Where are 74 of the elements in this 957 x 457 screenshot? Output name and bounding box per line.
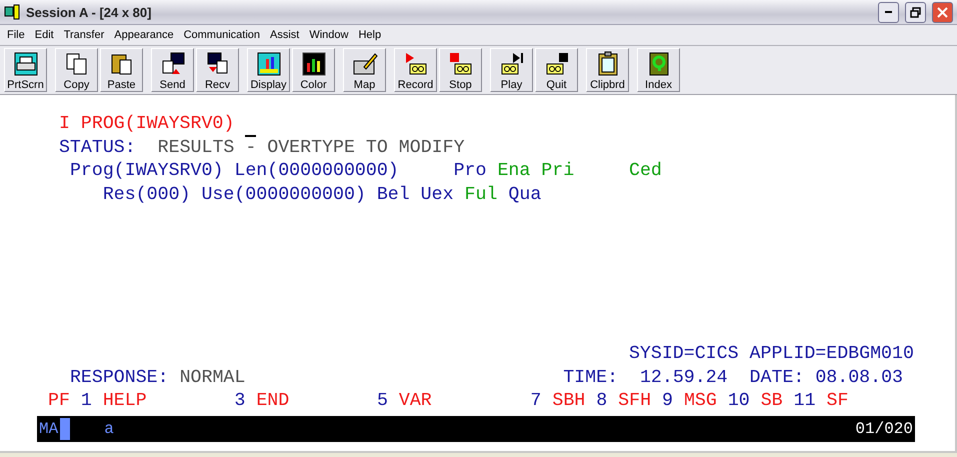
terminal-text: NORMAL bbox=[180, 368, 246, 388]
color-bars-icon bbox=[300, 51, 326, 77]
keyboard-pencil-icon bbox=[352, 51, 378, 77]
mode-indicator: MA bbox=[38, 420, 58, 438]
terminal-text: PF bbox=[48, 391, 70, 412]
close-icon bbox=[937, 6, 948, 18]
quit-icon bbox=[544, 51, 570, 77]
copy-icon bbox=[64, 51, 90, 77]
terminal-text: SYSID=CICS APPLID=EDBGM010 bbox=[628, 344, 914, 364]
toolbar-button[interactable]: Copy bbox=[55, 48, 98, 92]
menu-item[interactable]: Assist bbox=[265, 29, 304, 41]
terminal-text: Prog(IWAYSRV0) Len(0000000000) Pro bbox=[70, 161, 486, 182]
cursor-block bbox=[60, 418, 70, 440]
terminal-text: TIME: 12.59.24 DATE: 08.08.03 bbox=[563, 368, 904, 388]
terminal-text: STATUS: bbox=[58, 138, 136, 158]
toolbar-button[interactable]: Play bbox=[490, 48, 533, 92]
printer-icon bbox=[12, 51, 38, 77]
terminal-text: Res(000) Use(0000000000) Bel Uex bbox=[102, 185, 454, 206]
toolbar-button[interactable]: Display bbox=[247, 48, 290, 92]
restore-icon bbox=[910, 6, 921, 18]
terminal-text: Ena Pri bbox=[497, 161, 574, 182]
toolbar-button[interactable]: Map bbox=[343, 48, 386, 92]
terminal-text: END bbox=[256, 391, 290, 412]
toolbar-button[interactable]: Stop bbox=[439, 48, 482, 92]
terminal-text: RESPONSE: bbox=[70, 368, 169, 388]
toolbar-button[interactable]: Index bbox=[637, 48, 680, 92]
restore-button[interactable] bbox=[905, 2, 926, 22]
terminal-text: RESULTS - OVERTYPE TO MODIFY bbox=[158, 138, 465, 158]
terminal-text: MSG bbox=[684, 391, 717, 412]
terminal-text: SF bbox=[826, 391, 848, 412]
terminal-text: 7 bbox=[530, 391, 542, 412]
terminal-text: 11 bbox=[794, 391, 816, 412]
terminal-text: VAR bbox=[398, 391, 432, 412]
terminal-text: 8 bbox=[596, 391, 608, 412]
menu-item[interactable]: Transfer bbox=[58, 29, 110, 41]
terminal-text: I PROG(IWAYSRV0) bbox=[58, 114, 234, 134]
toolbar-button[interactable]: Clipbrd bbox=[586, 48, 629, 92]
toolbar-button[interactable]: PrtScrn bbox=[4, 48, 47, 92]
toolbar-button[interactable]: Recv bbox=[196, 48, 239, 92]
terminal-text: 5 bbox=[376, 391, 388, 412]
app-icon bbox=[4, 4, 20, 20]
terminal-text: 3 bbox=[234, 391, 246, 412]
minimize-button[interactable] bbox=[878, 2, 899, 22]
menu-item[interactable]: Appearance bbox=[109, 29, 179, 41]
display-icon bbox=[256, 51, 282, 77]
menu-item[interactable]: File bbox=[2, 29, 30, 41]
menu-item[interactable]: Communication bbox=[178, 29, 265, 41]
terminal-text: SB bbox=[760, 391, 783, 412]
toolbar-button[interactable]: Quit bbox=[535, 48, 578, 92]
text-cursor bbox=[245, 134, 256, 137]
terminal-text: Ful bbox=[464, 185, 498, 206]
terminal-text: Qua bbox=[508, 185, 542, 206]
cursor-position: 01/020 bbox=[855, 420, 914, 438]
menu-item[interactable]: Window bbox=[304, 29, 354, 41]
terminal-text: 10 bbox=[728, 391, 750, 412]
toolbar-button[interactable]: Send bbox=[151, 48, 194, 92]
toolbar-button[interactable]: Paste bbox=[100, 48, 143, 92]
menu-item[interactable]: Help bbox=[353, 29, 386, 41]
close-button[interactable] bbox=[932, 2, 953, 22]
minimize-icon bbox=[885, 11, 892, 13]
terminal-text: HELP bbox=[102, 391, 147, 412]
input-indicator: a bbox=[104, 420, 115, 438]
terminal-text: SFH bbox=[618, 391, 652, 412]
terminal-text: 1 bbox=[80, 391, 92, 412]
stop-icon bbox=[448, 51, 474, 77]
terminal-text: 9 bbox=[662, 391, 673, 412]
window-title: Session A - [24 x 80] bbox=[26, 4, 152, 20]
send-icon bbox=[160, 51, 186, 77]
toolbar-button[interactable]: Color bbox=[292, 48, 335, 92]
terminal-text: Ced bbox=[628, 161, 662, 182]
menu-item[interactable]: Edit bbox=[30, 29, 59, 41]
terminal-text: SBH bbox=[552, 391, 586, 412]
play-icon bbox=[498, 51, 524, 77]
toolbar-button[interactable]: Record bbox=[394, 48, 437, 92]
